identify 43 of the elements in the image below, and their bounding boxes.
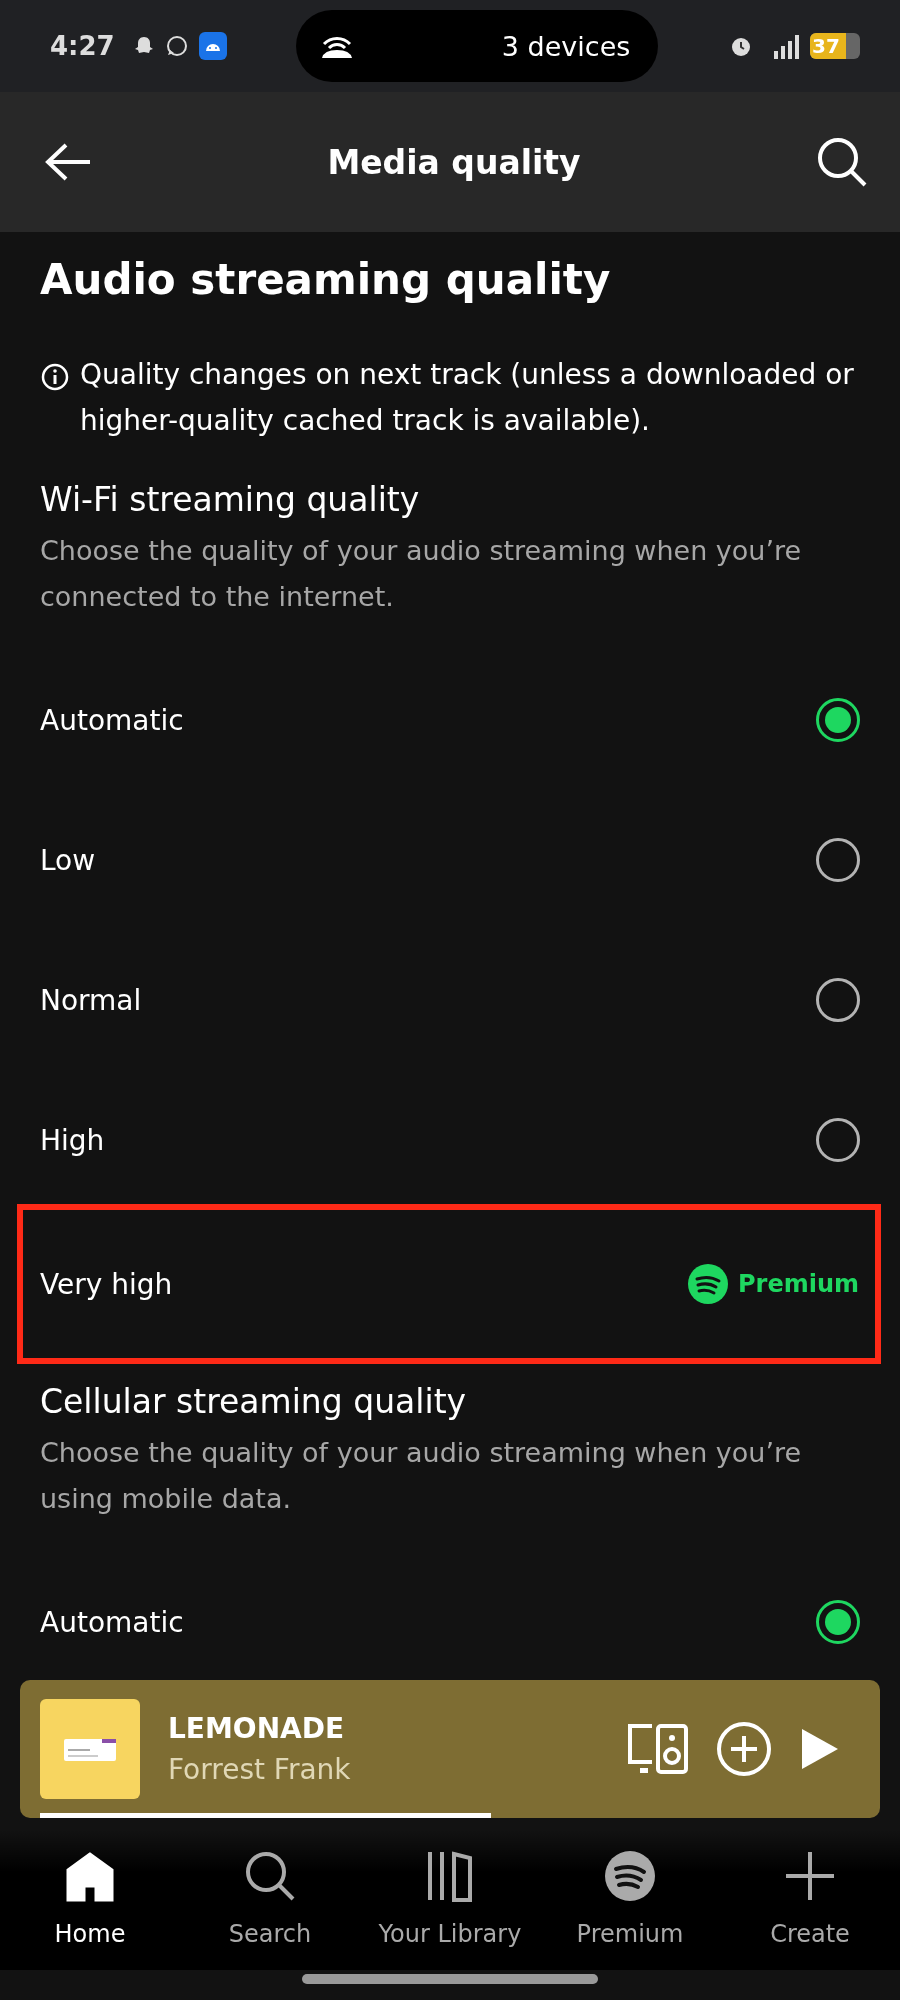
chat-icon — [164, 34, 189, 58]
devices-icon[interactable] — [626, 1722, 688, 1776]
spotify-icon — [604, 1850, 656, 1902]
track-artist: Forrest Frank — [168, 1753, 352, 1786]
option-label[interactable]: Normal — [40, 983, 142, 1017]
option-label[interactable]: Automatic — [40, 1605, 184, 1639]
hotspot-text: 3 devices — [501, 30, 631, 62]
nav-tab[interactable]: Premium — [540, 1830, 720, 1970]
page-title: Media quality — [327, 142, 581, 182]
group-title: Wi-Fi streaming quality — [40, 479, 421, 521]
robot-icon — [198, 32, 227, 60]
play-icon[interactable] — [800, 1727, 840, 1771]
info-text: Quality changes on next track (unless a downloaded or higher-quality cached track is available). — [80, 357, 855, 439]
section-title: Audio streaming quality — [40, 254, 612, 306]
option-label[interactable]: Automatic — [40, 703, 184, 737]
battery-icon: 37 — [810, 33, 860, 59]
nav-tab[interactable]: Search — [180, 1830, 360, 1970]
radio-button[interactable] — [816, 1600, 860, 1644]
mini-player[interactable]: LEMONADE Forrest Frank — [20, 1680, 880, 1818]
plus-icon — [784, 1850, 836, 1902]
option-label[interactable]: Very high — [40, 1267, 173, 1301]
spotify-icon — [687, 1264, 728, 1304]
premium-label: Premium — [737, 1270, 859, 1298]
search-icon[interactable] — [816, 136, 868, 188]
add-icon[interactable] — [716, 1721, 772, 1777]
radio-button[interactable] — [816, 1118, 860, 1162]
back-icon[interactable] — [44, 142, 92, 182]
group-title: Cellular streaming quality — [40, 1381, 468, 1423]
group-description: Choose the quality of your audio streaming when you’re using mobile data. — [40, 1436, 803, 1516]
search-icon — [244, 1850, 296, 1902]
track-title: LEMONADE — [168, 1712, 346, 1745]
radio-button[interactable] — [816, 838, 860, 882]
info-icon — [40, 362, 70, 392]
nav-tab[interactable]: Create — [720, 1830, 900, 1970]
nav-tab[interactable]: Your Library — [360, 1830, 540, 1970]
status-time: 4:27 — [50, 31, 115, 61]
radio-button[interactable] — [816, 698, 860, 742]
radio-button[interactable] — [816, 978, 860, 1022]
option-label[interactable]: High — [40, 1123, 105, 1157]
home-icon — [64, 1850, 116, 1902]
option-label[interactable]: Low — [40, 843, 96, 877]
nav-tab[interactable]: Home — [0, 1830, 180, 1970]
group-description: Choose the quality of your audio streaming when you’re connected to the internet. — [40, 534, 803, 614]
